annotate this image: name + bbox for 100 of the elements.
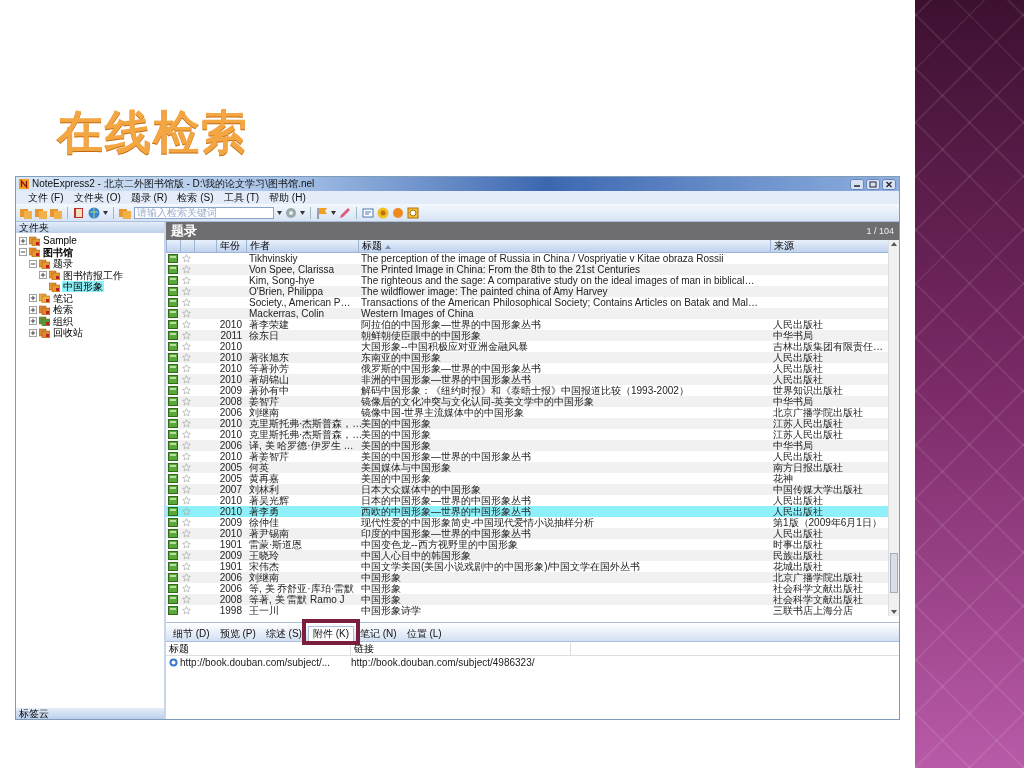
star-icon[interactable] — [182, 408, 191, 417]
star-icon[interactable] — [182, 452, 191, 461]
expand-icon[interactable] — [29, 305, 37, 314]
star-icon[interactable] — [182, 606, 191, 615]
star-icon[interactable] — [182, 463, 191, 472]
column-heading[interactable]: 链接 — [351, 642, 571, 655]
star-icon[interactable] — [182, 276, 191, 285]
table-row[interactable]: 2005 黄再嘉 美国的中国形象 花神 — [166, 473, 888, 484]
table-row[interactable]: 2010 著吴光辉 日本的中国形象—世界的中国形象丛书 人民出版社 — [166, 495, 888, 506]
star-icon[interactable] — [182, 254, 191, 263]
detail-tab[interactable]: 综述 (S) — [261, 626, 306, 641]
star-icon[interactable] — [182, 320, 191, 329]
book-icon[interactable] — [73, 206, 85, 219]
table-row[interactable]: 2011 徐东日 朝鲜朝使臣眼中的中国形象 中华书局 — [166, 330, 888, 341]
maximize-icon[interactable] — [866, 178, 880, 190]
tree-item[interactable]: 题录 — [52, 258, 74, 270]
table-row[interactable]: 2009 著孙有中 解码中国形象：《纽约时报》和《泰晤士报》中国报道比较（1993-2002） 世界知识出版社 — [166, 385, 888, 396]
table-row[interactable]: 2006 刘继南 中国形象 北京广播学院出版社 — [166, 572, 888, 583]
star-icon[interactable] — [182, 419, 191, 428]
scroll-down-icon[interactable] — [890, 608, 898, 616]
star-icon[interactable] — [182, 507, 191, 516]
expand-icon[interactable] — [19, 236, 27, 245]
detail-tab[interactable]: 预览 (P) — [215, 626, 260, 641]
table-row[interactable]: 1998 王一川 中国形象诗学 三联书店上海分店 — [166, 605, 888, 616]
help-icon[interactable] — [377, 206, 389, 219]
expand-icon[interactable] — [39, 271, 47, 280]
table-row[interactable]: 2010 著李勇 西欧的中国形象—世界的中国形象丛书 人民出版社 — [166, 506, 888, 517]
table-row[interactable]: 2010 等著孙芳 俄罗斯的中国形象—世界的中国形象丛书 人民出版社 — [166, 363, 888, 374]
globe-icon[interactable] — [88, 206, 100, 219]
expand-icon[interactable] — [29, 317, 37, 326]
caret-icon[interactable] — [300, 210, 305, 215]
star-icon[interactable] — [182, 309, 191, 318]
caret-icon[interactable] — [277, 210, 282, 215]
circle-icon[interactable] — [392, 206, 404, 219]
collapse-icon[interactable] — [29, 259, 37, 268]
table-row[interactable]: 2008 姜智芹 镜像后的文化冲突与文化认同-英美文学中的中国形象 中华书局 — [166, 396, 888, 407]
folder-icon[interactable] — [35, 206, 47, 219]
table-row[interactable]: 2009 徐仲佳 现代性爱的中国形象简史-中国现代爱情小说抽样分析 第1版（2009年6月1日） — [166, 517, 888, 528]
star-icon[interactable] — [182, 474, 191, 483]
table-row[interactable]: 2010 克里斯托弗·杰斯普森，…美国的中国形象 江苏人民出版社 — [166, 429, 888, 440]
tree-item[interactable]: 回收站 — [52, 327, 84, 339]
tree-item[interactable]: 检索 — [52, 304, 74, 316]
star-icon[interactable] — [182, 551, 191, 560]
table-row[interactable]: 2006 等, 美 乔舒亚·库珀·雷默 中国形象 社会科学文献出版社 — [166, 583, 888, 594]
close-icon[interactable] — [882, 178, 896, 190]
table-row[interactable]: 2006 刘继南 镜像中国-世界主流媒体中的中国形象 北京广播学院出版社 — [166, 407, 888, 418]
star-icon[interactable] — [182, 584, 191, 593]
table-row[interactable]: 1901 雷蒙·斯道恩 中国变色龙--西方视野里的中国形象 时事出版社 — [166, 539, 888, 550]
star-icon[interactable] — [182, 562, 191, 571]
tree-item[interactable]: 中国形象 — [62, 281, 104, 293]
star-icon[interactable] — [182, 364, 191, 373]
star-icon[interactable] — [182, 331, 191, 340]
table-row[interactable]: 2007 刘林利 日本大众媒体中的中国形象 中国传媒大学出版社 — [166, 484, 888, 495]
card-icon[interactable] — [362, 206, 374, 219]
table-row[interactable]: Kim, Song-hye The righteous and the sage: A comparative study on the ideal images of man in biblical… — [166, 275, 888, 286]
tree-item[interactable]: 笔记 — [52, 292, 74, 304]
menu-item[interactable]: 帮助 (H) — [269, 191, 306, 204]
star-icon[interactable] — [182, 287, 191, 296]
table-row[interactable]: 2010 著胡锦山 非洲的中国形象—世界的中国形象丛书 人民出版社 — [166, 374, 888, 385]
column-heading[interactable]: 标题 — [166, 642, 351, 655]
folder-icon[interactable] — [50, 206, 62, 219]
column-heading[interactable]: 标题 — [358, 240, 770, 252]
folder-icon[interactable] — [119, 206, 131, 219]
menu-item[interactable]: 文件夹 (O) — [73, 191, 121, 204]
menu-item[interactable]: 工具 (T) — [223, 191, 260, 204]
collapse-icon[interactable] — [19, 248, 27, 257]
star-icon[interactable] — [182, 265, 191, 274]
table-row[interactable]: 1901 宋伟杰 中国文学美国(美国小说戏剧中的中国形象)/中国文学在国外丛书 花城出版社 — [166, 561, 888, 572]
search-field[interactable]: 请输入检索关键词 — [134, 206, 274, 219]
detail-tab[interactable]: 附件 (K) — [307, 626, 354, 641]
table-row[interactable]: 2010 著张旭东 东南亚的中国形象 人民出版社 — [166, 352, 888, 363]
star-icon[interactable] — [182, 595, 191, 604]
scrollbar-thumb[interactable] — [890, 553, 898, 593]
star-icon[interactable] — [182, 375, 191, 384]
table-row[interactable]: 2010 著姜智芹 美国的中国形象—世界的中国形象丛书 人民出版社 — [166, 451, 888, 462]
star-icon[interactable] — [182, 353, 191, 362]
table-row[interactable]: 2010 著李荣建 阿拉伯的中国形象—世界的中国形象丛书 人民出版社 — [166, 319, 888, 330]
star-icon[interactable] — [182, 485, 191, 494]
column-heading[interactable]: 年份 — [216, 240, 246, 252]
scrollbar[interactable] — [888, 240, 899, 616]
menu-item[interactable]: 检索 (S) — [177, 191, 214, 204]
table-row[interactable]: 2006 译, 美 哈罗德·伊罗生 … 美国的中国形象 中华书局 — [166, 440, 888, 451]
tree-item[interactable]: Sample — [42, 235, 78, 247]
detail-tab[interactable]: 位置 (L) — [402, 626, 446, 641]
expand-icon[interactable] — [29, 294, 37, 303]
star-icon[interactable] — [182, 386, 191, 395]
minimize-icon[interactable] — [850, 178, 864, 190]
table-row[interactable]: Von Spee, Clarissa The Printed Image in China: From the 8th to the 21st Centuries — [166, 264, 888, 275]
folder-icon[interactable] — [20, 206, 32, 219]
star-icon[interactable] — [182, 441, 191, 450]
menu-item[interactable]: 文件 (F) — [28, 191, 64, 204]
tree-item[interactable]: 图书情报工作 — [62, 269, 124, 281]
star-icon[interactable] — [182, 518, 191, 527]
detail-tab[interactable]: 细节 (D) — [169, 626, 214, 641]
star-icon[interactable] — [182, 298, 191, 307]
star-icon[interactable] — [182, 496, 191, 505]
tree-item[interactable]: 图书馆 — [42, 246, 74, 258]
table-row[interactable]: 2010 克里斯托弗·杰斯普森，…美国的中国形象 江苏人民出版社 — [166, 418, 888, 429]
table-row[interactable]: O'Brien, Philippa The wildflower image: The painted china of Amy Harvey — [166, 286, 888, 297]
tree-item[interactable]: 组织 — [52, 315, 74, 327]
